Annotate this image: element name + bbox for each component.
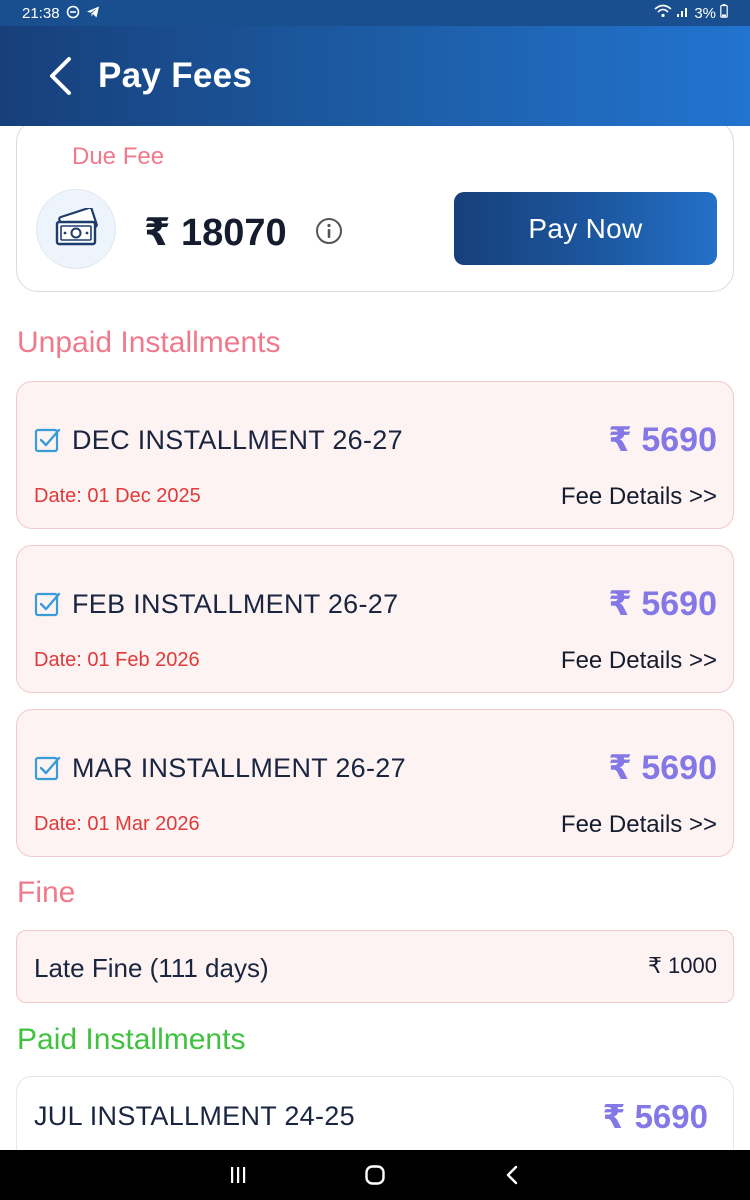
installment-name: FEB INSTALLMENT 26-27 <box>72 589 399 619</box>
back-button[interactable] <box>40 54 80 98</box>
back-arrow-icon <box>50 57 71 95</box>
battery-icon <box>720 4 728 22</box>
app-bar: Pay Fees <box>0 26 750 126</box>
paid-installment-name: JUL INSTALLMENT 24-25 <box>34 1101 355 1131</box>
unpaid-installments-title: Unpaid Installments <box>17 326 281 359</box>
installment-date: Date: 01 Feb 2026 <box>34 649 200 671</box>
due-fee-label: Due Fee <box>72 143 165 170</box>
nav-back-icon <box>506 1165 517 1185</box>
status-bar-right: 3% <box>654 4 728 22</box>
checkbox-checked-icon[interactable] <box>34 754 62 782</box>
fine-card: Late Fine (111 days) ₹ 1000 <box>16 930 734 1003</box>
notification-icon <box>66 5 80 22</box>
status-bar-left: 21:38 <box>22 5 100 22</box>
installment-date: Date: 01 Dec 2025 <box>34 485 201 507</box>
checkbox-checked-icon[interactable] <box>34 590 62 618</box>
nav-back-button[interactable] <box>492 1155 532 1195</box>
installment-name: MAR INSTALLMENT 26-27 <box>72 753 406 783</box>
fine-amount: ₹ 1000 <box>647 953 717 978</box>
fine-label: Late Fine (111 days) <box>34 953 269 983</box>
fee-details-link[interactable]: Fee Details >> <box>561 483 717 511</box>
paid-installments-title: Paid Installments <box>17 1023 246 1056</box>
checkbox-checked-icon[interactable] <box>34 426 62 454</box>
fee-details-link[interactable]: Fee Details >> <box>561 811 717 839</box>
wifi-icon <box>654 4 672 22</box>
pay-now-button[interactable]: Pay Now <box>454 192 717 265</box>
system-nav-bar <box>0 1150 750 1200</box>
installment-amount: ₹ 5690 <box>608 749 717 787</box>
due-fee-card: Due Fee ₹ 18070 Pay Now <box>16 126 734 292</box>
recents-button[interactable] <box>218 1155 258 1195</box>
signal-icon <box>676 4 690 22</box>
home-button[interactable] <box>355 1155 395 1195</box>
installment-amount: ₹ 5690 <box>608 421 717 459</box>
page-title: Pay Fees <box>98 56 253 95</box>
installment-card-feb[interactable]: FEB INSTALLMENT 26-27 ₹ 5690 Date: 01 Fe… <box>16 545 734 693</box>
paid-installment-card[interactable]: JUL INSTALLMENT 24-25 ₹ 5690 <box>16 1076 734 1150</box>
money-icon <box>36 189 116 269</box>
paid-installment-amount: ₹ 5690 <box>602 1098 708 1135</box>
installment-card-dec[interactable]: DEC INSTALLMENT 26-27 ₹ 5690 Date: 01 De… <box>16 381 734 529</box>
telegram-icon <box>86 5 100 22</box>
recents-icon <box>231 1167 246 1183</box>
fee-details-link[interactable]: Fee Details >> <box>561 647 717 675</box>
installment-card-mar[interactable]: MAR INSTALLMENT 26-27 ₹ 5690 Date: 01 Ma… <box>16 709 734 857</box>
home-icon <box>365 1165 385 1185</box>
info-icon[interactable] <box>315 217 343 245</box>
status-bar: 21:38 3% <box>0 0 750 26</box>
installment-amount: ₹ 5690 <box>608 585 717 623</box>
due-fee-amount: ₹ 18070 <box>144 212 287 254</box>
battery-level: 3% <box>694 4 716 22</box>
content-area[interactable]: Due Fee ₹ 18070 Pay Now Unpaid Installme… <box>0 126 750 1150</box>
installment-name: DEC INSTALLMENT 26-27 <box>72 425 403 455</box>
fine-title: Fine <box>17 876 76 909</box>
status-time: 21:38 <box>22 4 60 22</box>
installment-date: Date: 01 Mar 2026 <box>34 813 200 835</box>
